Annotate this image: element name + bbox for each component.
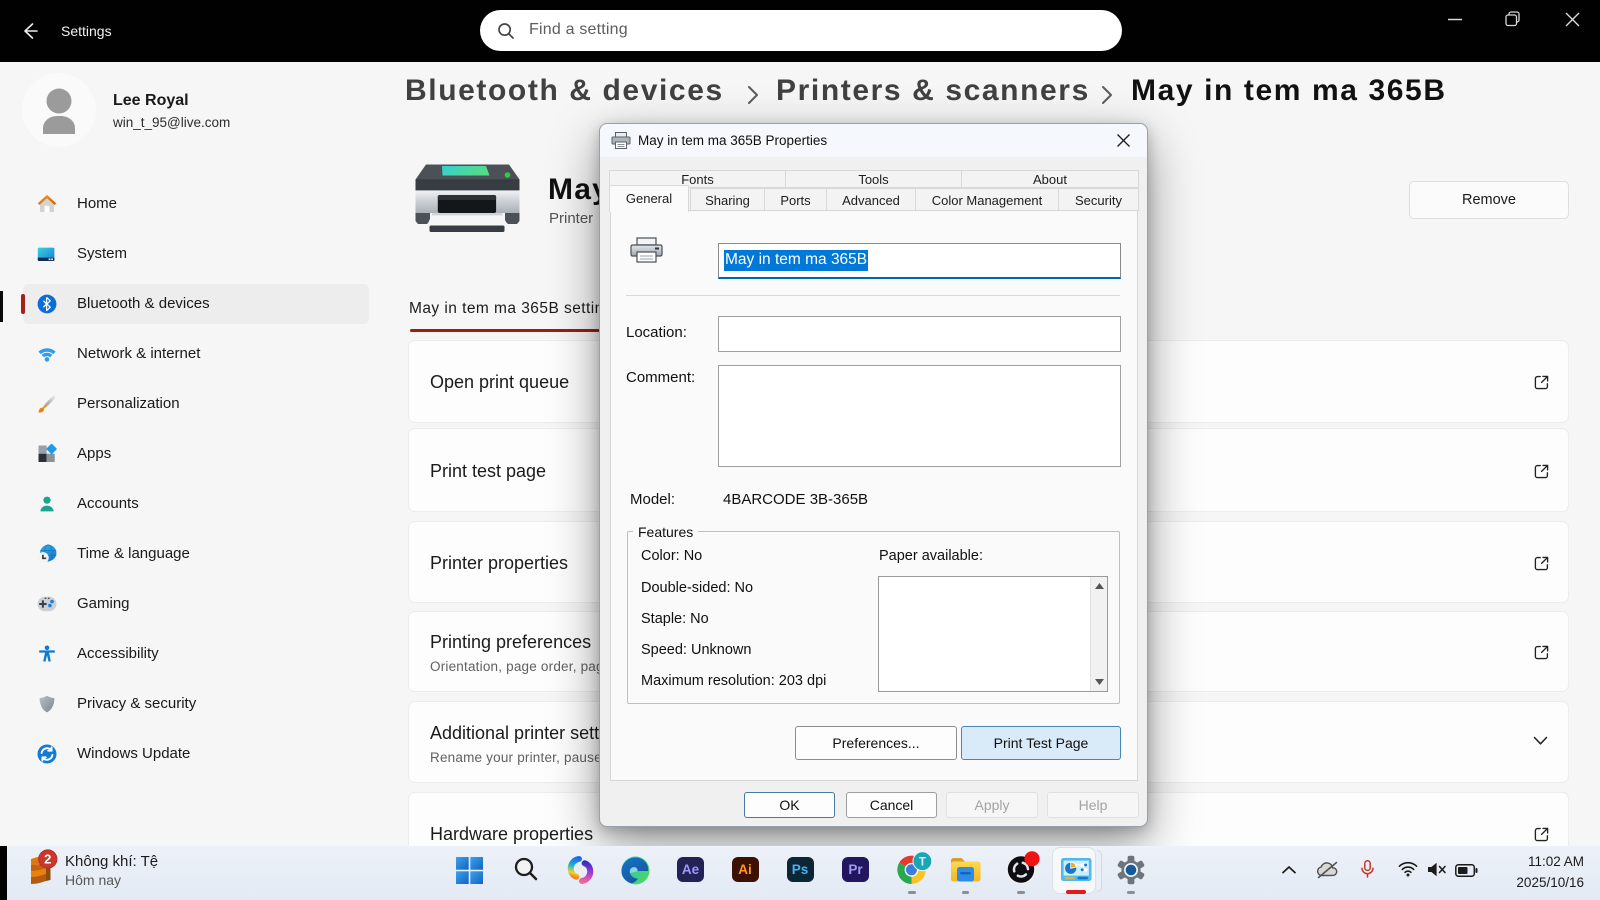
svg-text:2: 2 [44,852,51,867]
svg-text:T: T [919,856,926,868]
